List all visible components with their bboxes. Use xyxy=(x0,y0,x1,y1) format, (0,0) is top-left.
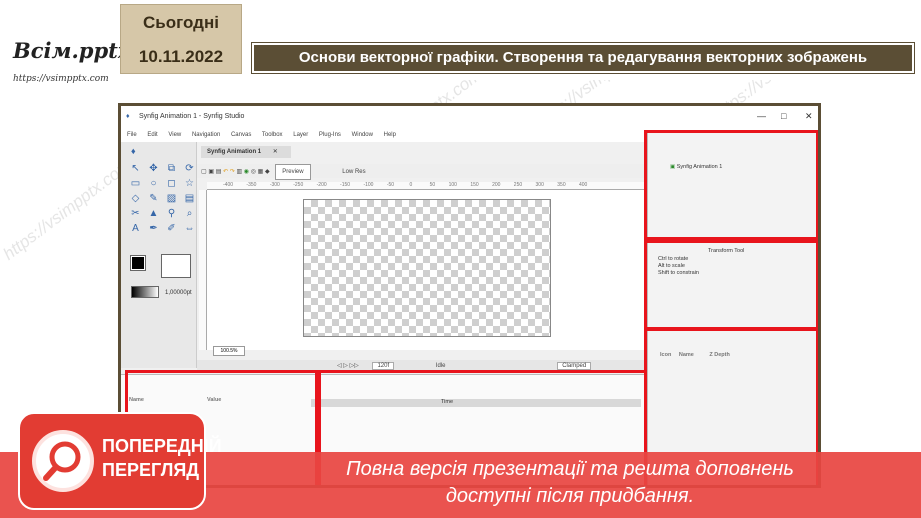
transparent-canvas[interactable] xyxy=(303,199,551,337)
horizontal-ruler: -400 -350 -300 -250 -200 -150 -100 -50 0… xyxy=(207,182,647,190)
today-label: Сьогодні xyxy=(143,13,219,32)
save-icon[interactable]: ▤ xyxy=(216,169,222,175)
fill-tool-icon[interactable]: ▨ xyxy=(165,192,178,205)
zoom-tool-icon[interactable]: ⌕ xyxy=(183,207,196,220)
banner-line-2: доступні після придбання. xyxy=(445,485,695,507)
zoom-field[interactable]: 100.5% xyxy=(213,346,245,356)
close-icon[interactable]: ✕ xyxy=(805,111,813,122)
new-file-icon[interactable]: ▢ xyxy=(201,169,207,175)
redo-icon[interactable]: ↷ xyxy=(230,169,235,175)
maximize-icon[interactable]: □ xyxy=(781,111,786,121)
synfig-screenshot: ♦ Synfig Animation 1 - Synfig Studio — □… xyxy=(118,103,821,488)
keyframe-lock-icon[interactable]: ◆ xyxy=(265,169,270,175)
watermark-text: https://vsimpptx.com xyxy=(0,155,135,264)
bone-tool-icon[interactable]: ⚲ xyxy=(165,207,178,220)
render-icon[interactable]: ▥ xyxy=(236,169,242,175)
open-file-icon[interactable]: ▣ xyxy=(208,169,214,175)
search-icon xyxy=(32,430,94,492)
preview-toggle-icon[interactable]: ◉ xyxy=(244,169,249,175)
highlight-canvas-browser xyxy=(644,130,818,240)
onion-skin-icon[interactable]: ◎ xyxy=(251,169,256,175)
eyedrop-tool-icon[interactable]: ▲ xyxy=(147,207,160,220)
menu-toolbox[interactable]: Toolbox xyxy=(262,132,283,138)
close-tab-icon[interactable]: ✕ xyxy=(273,149,278,155)
logo-url: https://vsimpptx.com xyxy=(13,74,109,84)
date-box: Сьогодні 10.11.2022 xyxy=(120,4,242,74)
window-title-text: Synfig Animation 1 - Synfig Studio xyxy=(139,113,245,120)
vertical-ruler xyxy=(199,190,207,350)
menu-layer[interactable]: Layer xyxy=(293,132,308,138)
canvas-toolbar: ▢ ▣ ▤ ↶ ↷ ▥ ◉ ◎ ▦ ◆ Preview Low Res xyxy=(197,164,647,180)
gradient-swatch[interactable] xyxy=(131,286,159,298)
spline-tool-icon[interactable]: ◇ xyxy=(129,192,142,205)
document-tab[interactable]: Synfig Animation 1 ✕ xyxy=(201,146,291,158)
polygon-tool-icon[interactable]: ◻ xyxy=(165,177,178,190)
synfig-app-icon: ♦ xyxy=(126,113,130,120)
fill-color-swatch[interactable] xyxy=(161,254,191,278)
undo-icon[interactable]: ↶ xyxy=(223,169,228,175)
grid-icon[interactable]: ▦ xyxy=(258,169,264,175)
draw-tool-icon[interactable]: ✎ xyxy=(147,192,160,205)
status-text: Idle xyxy=(435,363,446,369)
menu-view[interactable]: View xyxy=(168,132,181,138)
width-tool-icon[interactable]: ⇔ xyxy=(183,222,196,235)
menu-plugins[interactable]: Plug-Ins xyxy=(319,132,341,138)
window-title: ♦ Synfig Animation 1 - Synfig Studio xyxy=(121,106,818,128)
outline-color-swatch[interactable] xyxy=(130,255,146,271)
smooth-move-icon[interactable]: ✥ xyxy=(147,162,160,175)
cut-tool-icon[interactable]: ✂ xyxy=(129,207,142,220)
brush-tool-icon[interactable]: ✐ xyxy=(165,222,178,235)
canvas-area[interactable] xyxy=(207,190,647,350)
sketch-tool-icon[interactable]: ✒ xyxy=(147,222,160,235)
logo: Всім.pptx https://vsimpptx.com xyxy=(5,18,130,84)
menu-file[interactable]: File xyxy=(127,132,137,138)
brush-size[interactable]: 1,00000pt xyxy=(165,290,192,296)
transform-tool-icon[interactable]: ↖ xyxy=(129,162,142,175)
text-tool-icon[interactable]: A xyxy=(129,222,142,235)
star-tool-icon[interactable]: ☆ xyxy=(183,177,196,190)
menu-window[interactable]: Window xyxy=(352,132,373,138)
circle-tool-icon[interactable]: ○ xyxy=(147,177,160,190)
toolbox-panel: ♦ ↖ ✥ ⧉ ⟳ ▭ ○ ◻ ☆ ◇ ✎ ▨ ▤ ✂ ▲ ⚲ ⌕ A ✒ ✐ … xyxy=(121,142,197,368)
menu-edit[interactable]: Edit xyxy=(147,132,157,138)
banner-line-1: Повна версія презентації та решта доповн… xyxy=(346,458,794,480)
logo-text: Всім.pptx xyxy=(13,38,131,63)
badge-line-2: ПЕРЕГЛЯД xyxy=(102,460,200,480)
preview-badge: ПОПЕРЕДНІЙ ПЕРЕГЛЯД xyxy=(18,412,222,510)
scale-tool-icon[interactable]: ⧉ xyxy=(165,162,178,175)
slide-title: Основи векторної графіки. Створення та р… xyxy=(251,42,915,74)
toolbox-icon: ♦ xyxy=(131,146,136,156)
menu-help[interactable]: Help xyxy=(384,132,396,138)
document-tab-label: Synfig Animation 1 xyxy=(207,149,262,155)
preview-dropdown[interactable]: Preview xyxy=(275,164,311,180)
date-label: 10.11.2022 xyxy=(138,47,224,66)
gradient-tool-icon[interactable]: ▤ xyxy=(183,192,196,205)
end-time-field[interactable]: 120f xyxy=(372,362,395,370)
rotate-tool-icon[interactable]: ⟳ xyxy=(183,162,196,175)
rectangle-tool-icon[interactable]: ▭ xyxy=(129,177,142,190)
interpolation-dropdown[interactable]: Clamped xyxy=(557,362,592,370)
highlight-tool-options xyxy=(644,240,818,330)
badge-line-1: ПОПЕРЕДНІЙ xyxy=(102,436,222,456)
menu-navigation[interactable]: Navigation xyxy=(192,132,220,138)
minimize-icon[interactable]: — xyxy=(757,111,766,121)
slide-header: Всім.pptx https://vsimpptx.com Сьогодні … xyxy=(0,0,921,84)
menu-canvas[interactable]: Canvas xyxy=(231,132,251,138)
play-controls-icon[interactable]: ◁ ▷ ▷▷ xyxy=(337,363,359,369)
low-res-toggle[interactable]: Low Res xyxy=(342,169,365,175)
